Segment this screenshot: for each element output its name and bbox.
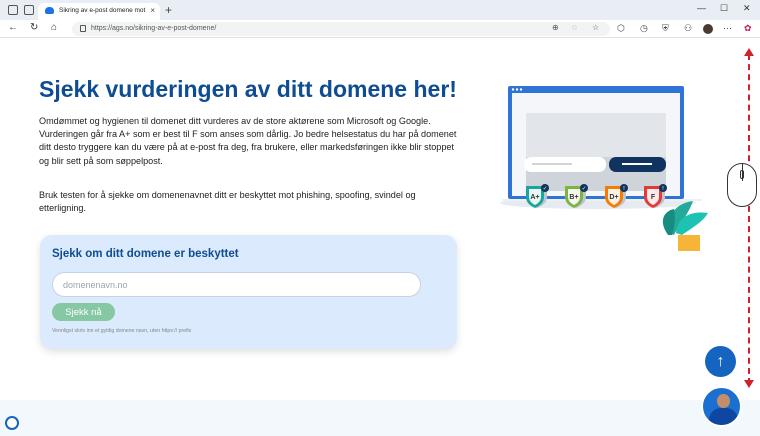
- copilot-icon[interactable]: ✿: [744, 23, 752, 34]
- test-paragraph: Bruk testen for å sjekke om domenenavnet…: [39, 190, 416, 214]
- page-content: Sjekk vurderingen av ditt domene her! Om…: [0, 38, 760, 436]
- history-icon[interactable]: ◷: [640, 23, 648, 34]
- refresh-icon[interactable]: ↻: [30, 22, 38, 33]
- close-icon[interactable]: ×: [150, 6, 155, 15]
- cloud-icon: [45, 7, 54, 14]
- grade-label: A+: [530, 194, 539, 201]
- zoom-icon[interactable]: ⊕: [552, 23, 559, 32]
- tab-actions-icon[interactable]: [24, 5, 34, 15]
- page-title: Sjekk vurderingen av ditt domene her!: [39, 76, 457, 102]
- check-icon: ✓: [582, 186, 587, 192]
- more-icon[interactable]: ⋯: [723, 23, 732, 34]
- scroll-indicator-line: [748, 54, 750, 384]
- new-tab-button[interactable]: +: [165, 3, 172, 17]
- workspaces-icon[interactable]: [8, 5, 18, 15]
- chat-support-avatar[interactable]: [701, 386, 742, 427]
- plant-pot: [678, 235, 700, 251]
- tab-active[interactable]: Sikring av e-post domene mot ph ×: [38, 3, 160, 20]
- input-hint: Vennligst skriv inn et gyldig domene nav…: [52, 328, 192, 334]
- mouse-wheel: [740, 170, 744, 179]
- tab-bar: Sikring av e-post domene mot ph × + — ☐ …: [0, 0, 760, 20]
- check-icon: ✓: [543, 186, 548, 192]
- plant-leaf: [662, 209, 675, 235]
- avatar-body: [709, 408, 738, 425]
- address-bar[interactable]: https://ags.no/sikring-av-e-post-domene/…: [72, 22, 610, 36]
- avatar-head: [717, 394, 730, 408]
- window-dot: [515, 88, 519, 91]
- profile-avatar[interactable]: [703, 24, 713, 34]
- window-dot: [519, 88, 523, 91]
- browser-toolbar: ← ↻ ⌂ https://ags.no/sikring-av-e-post-d…: [0, 20, 760, 38]
- lock-icon: [80, 25, 86, 32]
- maximize-icon[interactable]: ☐: [720, 3, 728, 14]
- scroll-up-arrow-icon: [744, 48, 754, 56]
- domain-rating-illustration: A+ ✓ B+ ✓ D+! F!: [500, 86, 708, 251]
- scroll-down-arrow-icon: [744, 380, 754, 388]
- favorite-star-icon[interactable]: ☆: [592, 23, 599, 32]
- tab-title: Sikring av e-post domene mot ph: [59, 7, 147, 14]
- window-dot: [511, 88, 515, 91]
- illus-button-line: [622, 163, 652, 165]
- url-text[interactable]: https://ags.no/sikring-av-e-post-domene/: [91, 25, 216, 32]
- exclamation-icon: !: [623, 186, 625, 192]
- accessibility-icon[interactable]: [5, 416, 19, 430]
- intro-paragraph: Omdømmet og hygienen til domenet ditt vu…: [39, 116, 457, 166]
- footer-band: [0, 400, 760, 436]
- exclamation-icon: !: [662, 186, 664, 192]
- back-to-top-button[interactable]: ↑: [705, 346, 736, 377]
- minimize-icon[interactable]: —: [697, 3, 706, 13]
- mouse-scroll-icon: [727, 163, 757, 207]
- back-icon[interactable]: ←: [8, 22, 18, 33]
- collections-icon[interactable]: ⚇: [684, 23, 692, 34]
- home-icon[interactable]: ⌂: [51, 22, 57, 33]
- extensions-icon[interactable]: ⬡: [617, 23, 625, 34]
- illus-search-line: [532, 163, 572, 165]
- check-button[interactable]: Sjekk nå: [52, 303, 115, 321]
- grade-label: D+: [609, 194, 618, 201]
- reader-icon[interactable]: ◌: [572, 23, 577, 32]
- grade-label: B+: [569, 194, 578, 201]
- window-close-icon[interactable]: ✕: [743, 3, 751, 14]
- domain-check-card: Sjekk om ditt domene er beskyttet Sjekk …: [40, 235, 457, 349]
- domain-input[interactable]: [52, 272, 421, 297]
- shield-icon[interactable]: ⛨: [662, 23, 669, 34]
- card-heading: Sjekk om ditt domene er beskyttet: [52, 248, 239, 260]
- grade-label: F: [651, 194, 656, 201]
